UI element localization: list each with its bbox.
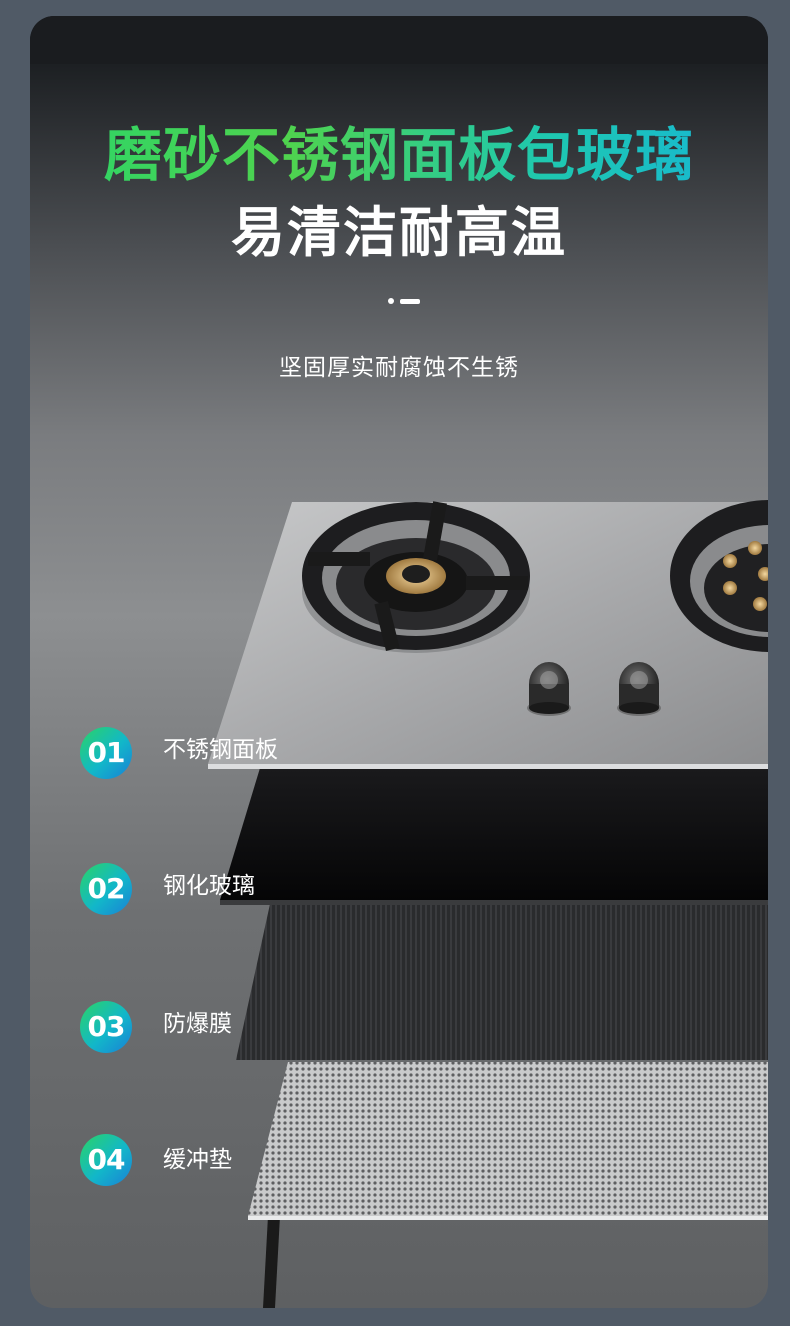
control-knob-icon <box>527 662 571 716</box>
cushion-pad-layer <box>248 1062 768 1216</box>
support-leg <box>263 1216 280 1308</box>
layer-number-badge: 03 <box>80 1001 132 1053</box>
layer-label: 防爆膜 <box>163 1011 232 1037</box>
burner-left-icon <box>302 501 530 653</box>
control-knob-icon <box>617 662 661 716</box>
layer-number-badge: 01 <box>80 727 132 779</box>
explosion-proof-film-layer <box>236 904 768 1060</box>
cooktop-layers-illustration <box>208 500 768 1308</box>
tempered-glass-layer <box>220 768 768 900</box>
product-card: 磨砂不锈钢面板包玻璃 易清洁耐高温 坚固厚实耐腐蚀不生锈 01 不锈钢面板 02… <box>30 16 768 1308</box>
layer-label: 缓冲垫 <box>163 1147 232 1173</box>
layer-number-badge: 04 <box>80 1134 132 1186</box>
layer-label: 不锈钢面板 <box>163 737 278 763</box>
layer-number-badge: 02 <box>80 863 132 915</box>
layer-label: 钢化玻璃 <box>163 873 255 899</box>
